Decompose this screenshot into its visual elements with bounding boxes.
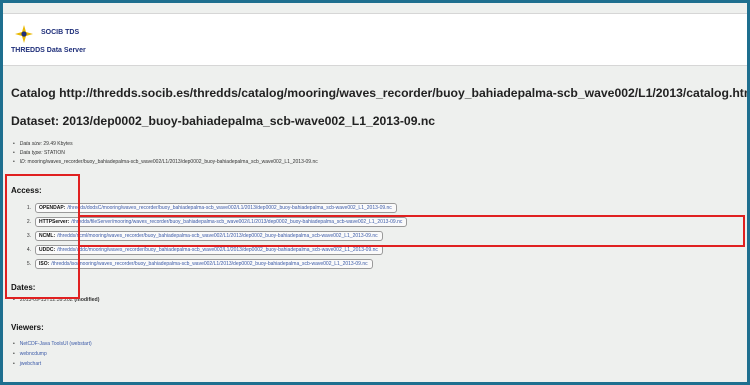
property-item: Data type: STATION xyxy=(13,149,318,158)
access-link-iso[interactable]: ISO: /thredds/iso/mooring/waves_recorder… xyxy=(35,259,373,269)
catalog-heading: Catalog http://thredds.socib.es/thredds/… xyxy=(11,86,747,100)
property-item: Data size: 29.49 Kbytes xyxy=(13,140,318,149)
header-banner: SOCIB TDS THREDDS Data Server xyxy=(3,13,747,66)
viewer-link-jwebchart[interactable]: jwebchart xyxy=(13,359,92,369)
viewers-title: Viewers: xyxy=(11,323,44,332)
socib-star-logo-icon xyxy=(15,25,33,43)
viewer-link-webncdump[interactable]: webncdump xyxy=(13,349,92,359)
property-item: ID: mooring/waves_recorder/buoy_bahiadep… xyxy=(13,158,318,167)
highlight-box-httpserver xyxy=(80,215,745,247)
server-name[interactable]: THREDDS Data Server xyxy=(11,47,86,54)
access-link-opendap[interactable]: OPENDAP: /thredds/dodsC/mooring/waves_re… xyxy=(35,203,397,213)
viewers-list: NetCDF-Java ToolsUI (webstart) webncdump… xyxy=(13,339,92,369)
dataset-heading: Dataset: 2013/dep0002_buoy-bahiadepalma_… xyxy=(11,114,436,128)
browser-page: SOCIB TDS THREDDS Data Server Catalog ht… xyxy=(3,3,747,382)
dataset-properties: Data size: 29.49 Kbytes Data type: STATI… xyxy=(13,140,318,167)
brand-name[interactable]: SOCIB TDS xyxy=(41,29,79,36)
highlight-box-access xyxy=(5,174,80,299)
viewer-link-toolsui[interactable]: NetCDF-Java ToolsUI (webstart) xyxy=(13,339,92,349)
